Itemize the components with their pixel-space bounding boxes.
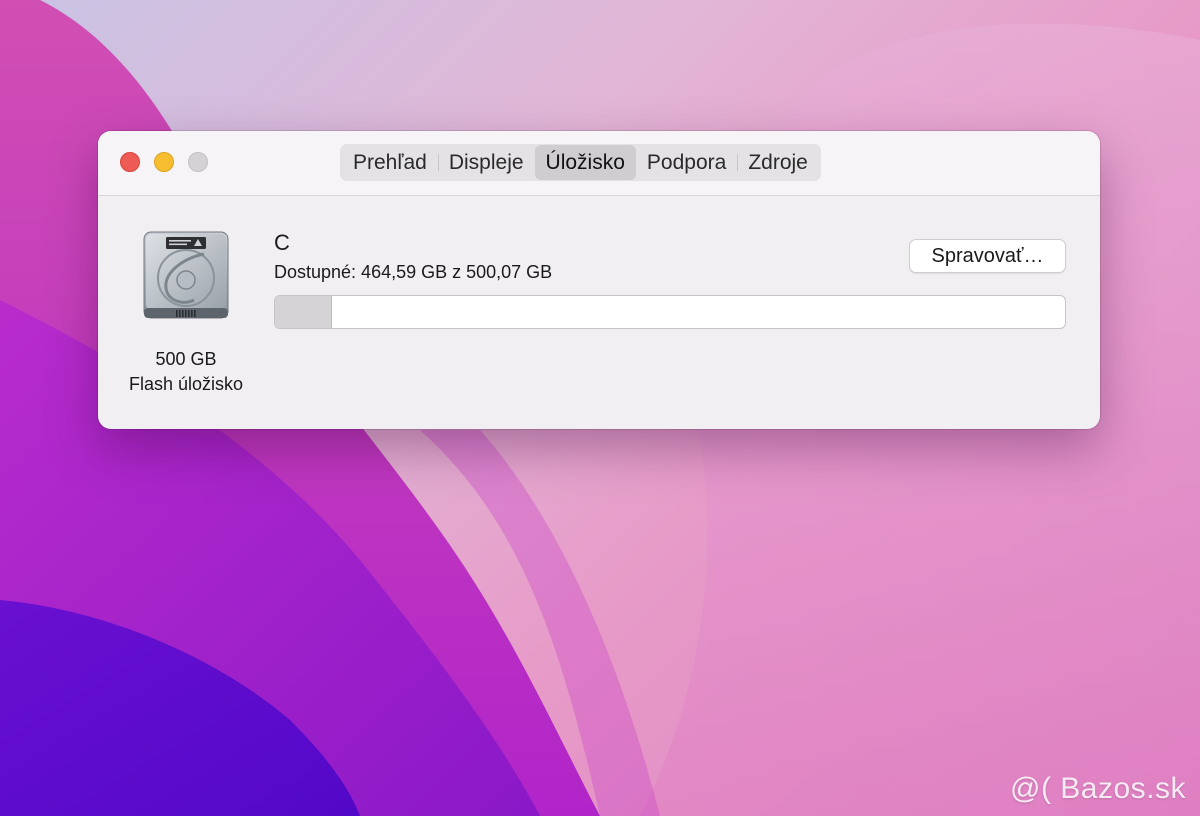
tab-displays[interactable]: Displeje xyxy=(437,145,535,180)
tab-storage[interactable]: Úložisko xyxy=(534,145,636,180)
close-button[interactable] xyxy=(120,152,140,172)
tab-bar: Prehľad Displeje Úložisko Podpora Zdroje xyxy=(340,144,821,181)
storage-usage-fill xyxy=(275,296,332,328)
storage-panel: 500 GB Flash úložisko C Dostupné: 464,59… xyxy=(98,196,1100,429)
watermark: @( Bazos.sk xyxy=(1010,772,1186,805)
desktop: Prehľad Displeje Úložisko Podpora Zdroje xyxy=(0,0,1200,816)
minimize-button[interactable] xyxy=(154,152,174,172)
about-this-mac-window: Prehľad Displeje Úložisko Podpora Zdroje xyxy=(98,131,1100,429)
manage-button[interactable]: Spravovať… xyxy=(909,239,1066,273)
tab-resources[interactable]: Zdroje xyxy=(737,145,819,180)
volume-availability: Dostupné: 464,59 GB z 500,07 GB xyxy=(274,262,553,282)
disk-description: 500 GB Flash úložisko xyxy=(118,347,254,397)
zoom-button[interactable] xyxy=(188,152,208,172)
storage-usage-bar xyxy=(274,295,1066,329)
tab-overview[interactable]: Prehľad xyxy=(342,145,438,180)
tab-support[interactable]: Podpora xyxy=(636,145,737,180)
disk-type: Flash úložisko xyxy=(128,374,244,394)
title-bar: Prehľad Displeje Úložisko Podpora Zdroje xyxy=(98,131,1100,196)
hard-drive-icon xyxy=(143,231,229,319)
disk-capacity: 500 GB xyxy=(155,349,217,369)
volume-name: C xyxy=(274,230,290,255)
